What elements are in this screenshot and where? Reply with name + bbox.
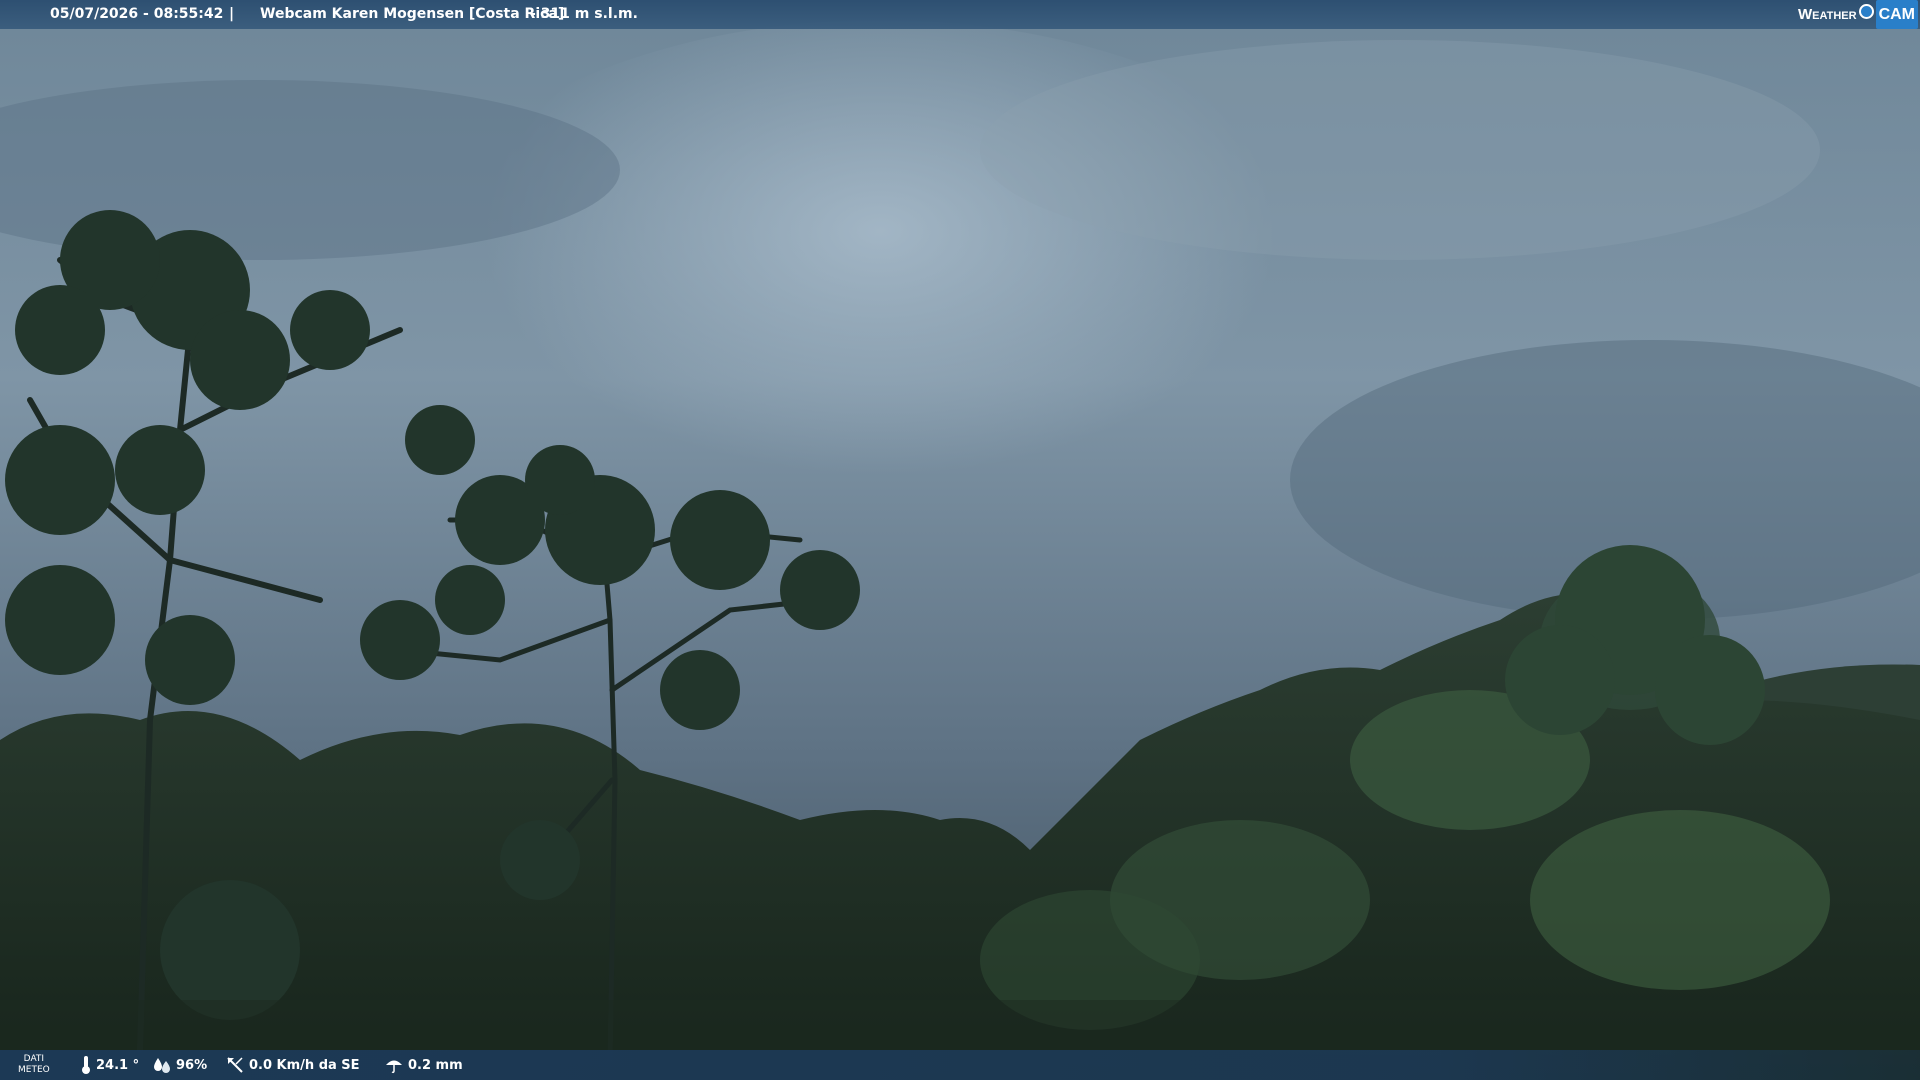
logo-weather-text: Weather (1797, 6, 1857, 23)
logo-dot-icon (1858, 4, 1874, 19)
weather-data-bar: DATI METEO 24.1 ° 96% 0.0 Km/h da SE 0.2… (0, 1050, 1920, 1080)
webcam-frame: 05/07/2026 - 08:55:42 | Webcam Karen Mog… (0, 0, 1920, 1080)
humidity-reading: 96% (152, 1050, 207, 1080)
weather-data-label: DATI METEO (18, 1054, 50, 1076)
header-separator: | (229, 6, 235, 22)
humidity-value: 96% (176, 1057, 208, 1073)
wind-reading: 0.0 Km/h da SE (225, 1050, 360, 1080)
weathercam-logo: Weather CAM (1797, 0, 1918, 29)
thermometer-icon (82, 1056, 90, 1074)
wind-vane-icon (227, 1057, 243, 1073)
humidity-drops-icon (154, 1058, 170, 1073)
timestamp: 05/07/2026 - 08:55:42 (50, 6, 224, 22)
rain-value: 0.2 mm (408, 1057, 463, 1073)
webcam-title: Webcam Karen Mogensen [Costa Rica] (260, 6, 565, 22)
logo-cam-text: CAM (1875, 0, 1918, 29)
temperature-reading: 24.1 ° (80, 1050, 139, 1080)
weather-data-label-line2: METEO (18, 1065, 50, 1075)
webcam-image (0, 0, 1920, 1080)
rain-reading: 0.2 mm (384, 1050, 463, 1080)
rain-umbrella-icon (386, 1060, 402, 1074)
webcam-header-bar: 05/07/2026 - 08:55:42 | Webcam Karen Mog… (0, 0, 1920, 29)
wind-value: 0.0 Km/h da SE (249, 1057, 360, 1073)
temperature-value: 24.1 ° (96, 1057, 140, 1073)
weather-data-label-line1: DATI (23, 1054, 45, 1064)
altitude: - 311 m s.l.m. (530, 6, 638, 22)
